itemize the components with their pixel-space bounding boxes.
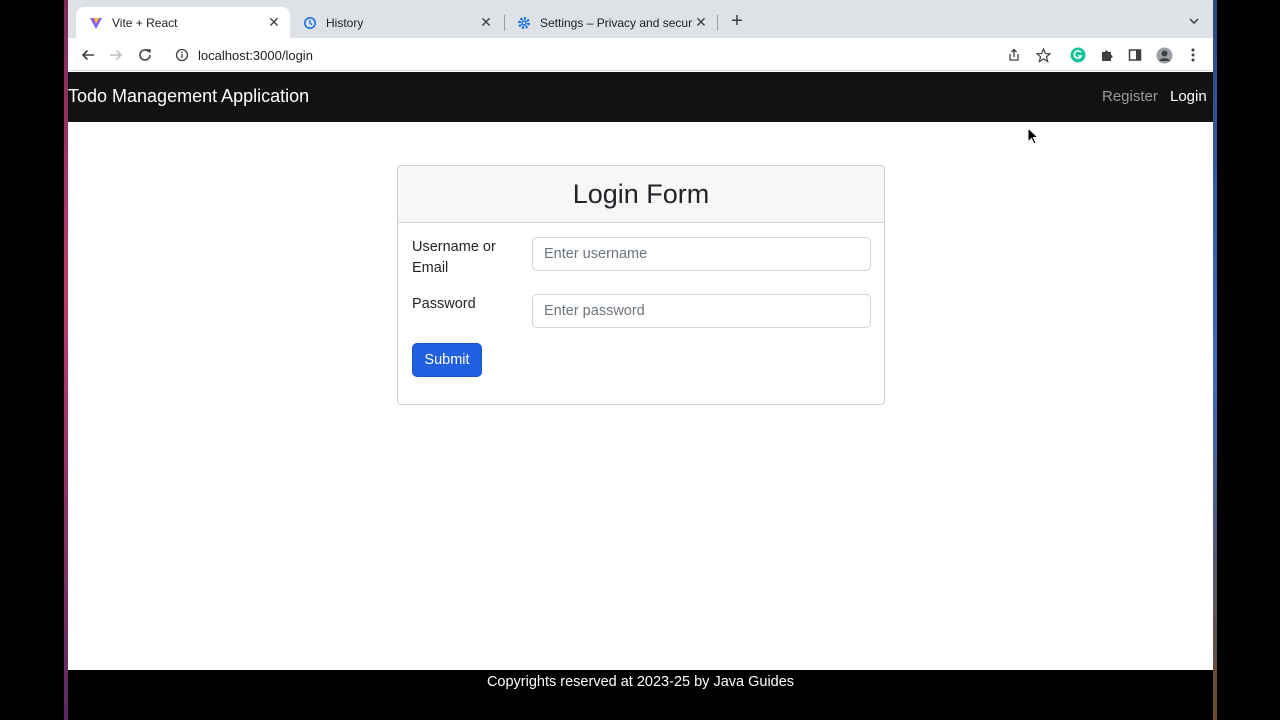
close-icon[interactable]: ✕ [478,14,494,31]
tab-history[interactable]: History ✕ [290,7,502,38]
share-icon[interactable] [1003,44,1025,66]
mouse-cursor-icon [1027,126,1040,150]
submit-button[interactable]: Submit [412,343,482,377]
username-input[interactable] [532,237,871,271]
nav-link-login[interactable]: Login [1170,88,1207,105]
tab-settings[interactable]: Settings – Privacy and security ✕ [504,7,717,38]
chevron-down-icon[interactable] [1187,14,1201,28]
kebab-menu-icon[interactable] [1182,44,1204,66]
url-text: localhost:3000/login [198,47,313,63]
gear-icon [516,15,532,31]
tab-strip: Vite + React ✕ History ✕ Settings – Priv… [68,0,1213,38]
reload-icon[interactable] [134,44,156,66]
form-title: Login Form [572,178,710,209]
close-icon[interactable]: ✕ [266,14,282,31]
forward-arrow-icon[interactable] [105,44,127,66]
back-arrow-icon[interactable] [77,44,99,66]
history-icon [302,15,318,31]
vite-icon [88,15,104,31]
tab-separator [717,15,718,31]
page-footer: Copyrights reserved at 2023-25 by Java G… [68,670,1213,718]
close-icon[interactable]: ✕ [693,14,709,31]
app-navbar: Todo Management Application Register Log… [68,72,1213,122]
navbar-brand[interactable]: Todo Management Application [68,86,309,107]
browser-toolbar: localhost:3000/login [68,38,1213,71]
profile-avatar-icon[interactable] [1153,44,1175,66]
nav-link-register[interactable]: Register [1102,88,1158,105]
desktop-edge-right [1213,0,1217,720]
browser-window: Vite + React ✕ History ✕ Settings – Priv… [68,0,1213,718]
username-label: Username or Email [412,239,496,276]
tab-title: Vite + React [112,15,178,30]
side-panel-icon[interactable] [1124,44,1146,66]
star-icon[interactable] [1032,44,1054,66]
puzzle-extension-icon[interactable] [1096,44,1118,66]
tab-title: History [326,15,364,30]
card-header: Login Form [398,166,884,223]
login-card: Login Form Username or Email Password Su… [397,165,885,405]
password-label: Password [412,296,476,312]
info-icon[interactable] [174,47,190,63]
footer-text: Copyrights reserved at 2023-25 by Java G… [486,674,795,690]
new-tab-plus-icon[interactable]: + [728,10,746,32]
grammarly-icon[interactable] [1067,44,1089,66]
password-input[interactable] [532,294,871,328]
tab-vite-react[interactable]: Vite + React ✕ [76,7,290,38]
tab-title: Settings – Privacy and security [540,15,693,30]
